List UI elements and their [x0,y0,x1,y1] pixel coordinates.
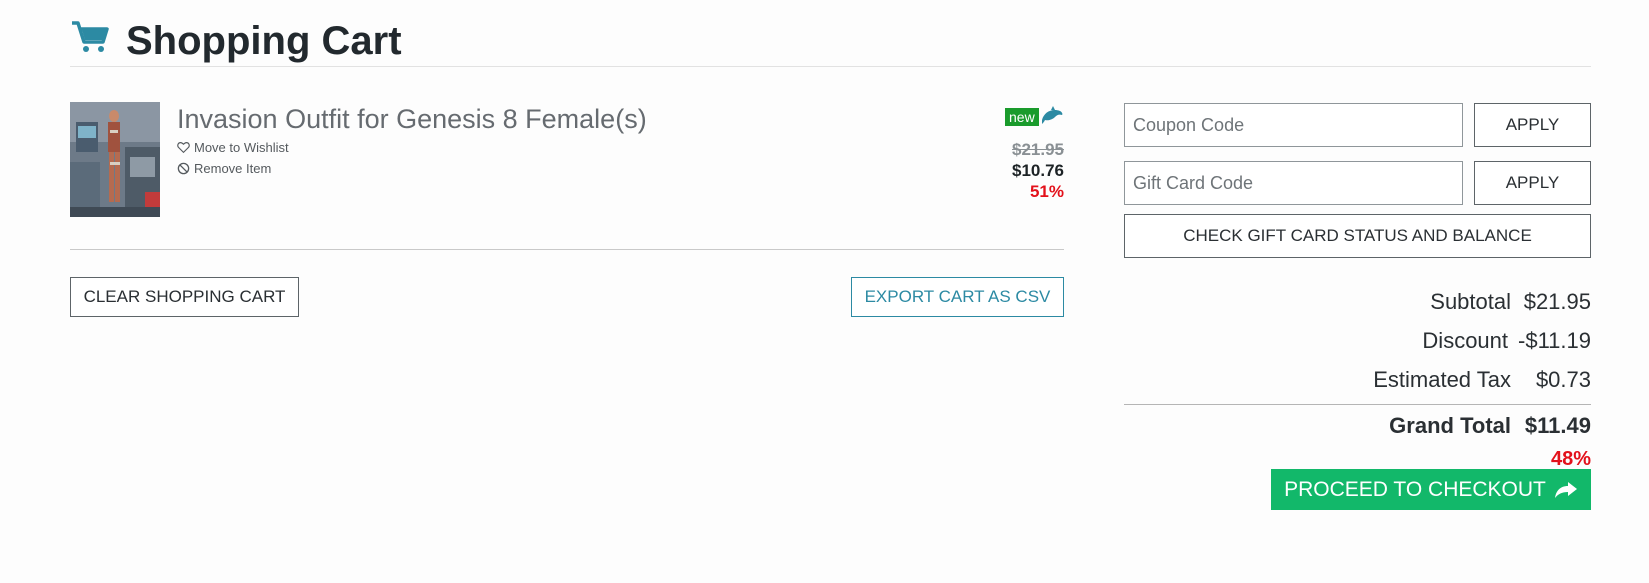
product-thumbnail[interactable] [70,102,160,217]
order-totals: Subtotal $21.95 Discount -$11.19 Estimat… [1124,287,1591,474]
dolphin-icon [1042,106,1063,124]
discount-row: Discount -$11.19 [1124,326,1591,365]
discount-label: Discount [1422,328,1509,353]
cart-item: Invasion Outfit for Genesis 8 Female(s) … [70,102,1064,250]
grand-total-value: $11.49 [1524,413,1591,438]
page-header: Shopping Cart [70,14,1591,67]
grand-total-label: Grand Total [1389,413,1511,438]
remove-label: Remove Item [194,161,272,176]
subtotal-label: Subtotal [1430,289,1511,314]
coupon-code-input[interactable]: Coupon Code [1124,103,1463,147]
heart-icon [177,142,190,154]
product-title[interactable]: Invasion Outfit for Genesis 8 Female(s) [177,102,647,136]
apply-coupon-button[interactable]: APPLY [1474,103,1591,147]
subtotal-row: Subtotal $21.95 [1124,287,1591,326]
page-title: Shopping Cart [126,19,402,63]
shopping-cart-icon [72,21,109,52]
clear-cart-button[interactable]: CLEAR SHOPPING CART [70,277,299,317]
grand-total-row: Grand Total $11.49 [1124,404,1591,448]
ban-icon [177,162,190,175]
proceed-to-checkout-button[interactable]: PROCEED TO CHECKOUT [1271,469,1591,510]
subtotal-value: $21.95 [1523,289,1591,314]
original-price: $21.95 [1012,140,1064,159]
check-gift-card-button[interactable]: CHECK GIFT CARD STATUS AND BALANCE [1124,214,1591,258]
new-badge: new [1005,108,1039,126]
share-arrow-icon [1554,481,1577,498]
gift-card-code-input[interactable]: Gift Card Code [1124,161,1463,205]
export-csv-button[interactable]: EXPORT CART AS CSV [851,277,1064,317]
wishlist-label: Move to Wishlist [194,140,289,155]
checkout-label: PROCEED TO CHECKOUT [1284,477,1546,501]
tax-value: $0.73 [1535,367,1591,392]
remove-item-link[interactable]: Remove Item [177,161,271,176]
discount-value: -$11.19 [1518,328,1591,353]
tax-label: Estimated Tax [1373,367,1511,392]
apply-gift-card-button[interactable]: APPLY [1474,161,1591,205]
discount-percent: 51% [1029,182,1064,201]
sale-price: $10.76 [1012,161,1064,180]
move-to-wishlist-link[interactable]: Move to Wishlist [177,140,289,155]
tax-row: Estimated Tax $0.73 [1124,365,1591,404]
